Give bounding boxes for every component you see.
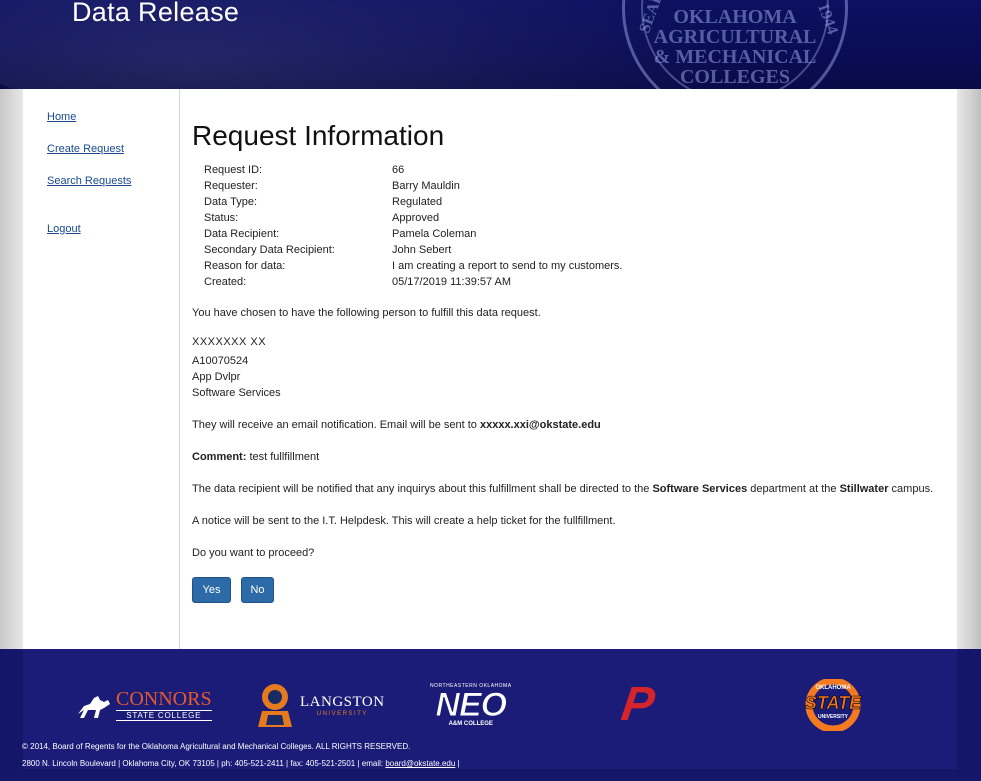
page-footer: CONNORS STATE COLLEGE LANGSTON UNIVERSIT… <box>0 649 981 781</box>
neo-logo[interactable]: NORTHEASTERN OKLAHOMA NEO A&M COLLEGE <box>430 679 512 731</box>
panhandle-logo[interactable]: P <box>618 678 657 731</box>
notify-line: The data recipient will be notified that… <box>192 483 934 495</box>
sidebar-item-logout[interactable]: Logout <box>47 223 81 235</box>
seal-text: OKLAHOMA AGRICULTURAL & MECHANICAL COLLE… <box>653 6 817 88</box>
detail-row-created: Created: 05/17/2019 11:39:57 AM <box>204 276 512 288</box>
app-title: Data Release <box>72 0 240 27</box>
email-notice: They will receive an email notification.… <box>192 419 601 431</box>
person-id: A10070524 <box>192 355 249 367</box>
page-header: SEAL 1944 OKLAHOMA AGRICULTURAL & MECHAN… <box>0 0 981 89</box>
board-email-link[interactable]: board@okstate.edu <box>385 759 455 768</box>
osu-logo[interactable]: OKLAHOMA STATE UNIVERSITY <box>792 679 874 731</box>
proceed-question: Do you want to proceed? <box>192 547 315 559</box>
seal-watermark: SEAL 1944 OKLAHOMA AGRICULTURAL & MECHAN… <box>622 0 848 89</box>
detail-row-data-type: Data Type: Regulated <box>204 196 443 208</box>
detail-row-data-recipient: Data Recipient: Pamela Coleman <box>204 228 477 240</box>
copyright-text: © 2014, Board of Regents for the Oklahom… <box>22 742 411 751</box>
sidebar-item-search-requests[interactable]: Search Requests <box>47 175 131 187</box>
detail-row-request-id: Request ID: 66 <box>204 164 405 176</box>
footer-address: 2800 N. Lincoln Boulevard | Oklahoma Cit… <box>22 759 460 768</box>
comment-line: Comment: test fullfillment <box>192 451 320 463</box>
lion-icon <box>258 684 292 727</box>
sidebar-item-create-request[interactable]: Create Request <box>47 143 124 155</box>
detail-row-status: Status: Approved <box>204 212 440 224</box>
detail-row-requester: Requester: Barry Mauldin <box>204 180 460 192</box>
recipient-email: xxxxx.xxi@okstate.edu <box>479 419 601 431</box>
no-button[interactable]: No <box>241 577 274 603</box>
detail-row-secondary-recipient: Secondary Data Recipient: John Sebert <box>204 244 452 256</box>
sidebar-nav: Home Create Request Search Requests Logo… <box>23 89 180 649</box>
comment-text: test fullfillment <box>249 451 320 463</box>
person-department: Software Services <box>192 387 281 399</box>
request-details: Request ID: 66 Requester: Barry Mauldin Da… <box>204 162 622 290</box>
detail-row-reason: Reason for data: I am creating a report t… <box>204 260 623 272</box>
person-name: XXXXXXX XX <box>192 336 267 348</box>
connors-logo[interactable]: CONNORS STATE COLLEGE <box>74 679 212 731</box>
left-gutter <box>0 89 23 649</box>
page-title: Request Information <box>192 120 445 151</box>
horse-rider-icon <box>78 696 110 718</box>
sidebar-item-home[interactable]: Home <box>47 111 76 123</box>
right-gutter <box>957 89 981 649</box>
person-title: App Dvlpr <box>192 371 241 383</box>
helpdesk-notice: A notice will be sent to the I.T. Helpde… <box>192 515 616 527</box>
main-content: Request Information Request ID: 66 Reques… <box>180 89 957 649</box>
yes-button[interactable]: Yes <box>192 577 231 603</box>
langston-logo[interactable]: LANGSTON UNIVERSITY <box>252 679 385 731</box>
chosen-person-text: You have chosen to have the following pe… <box>192 307 541 319</box>
